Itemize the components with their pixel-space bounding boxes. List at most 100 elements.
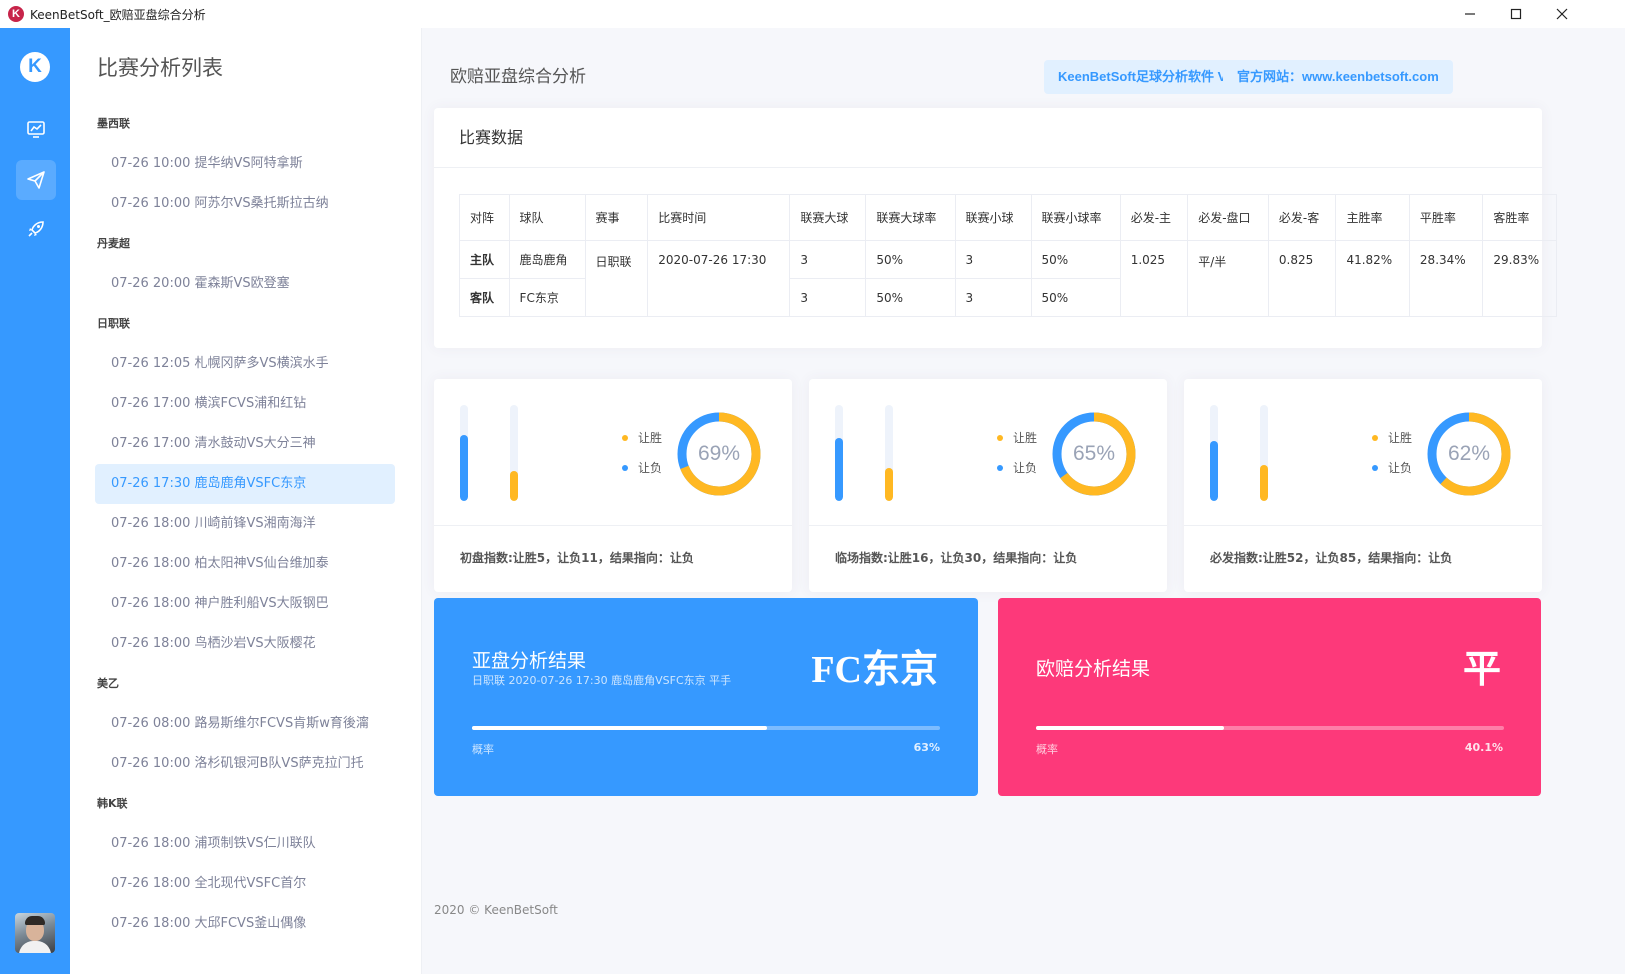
column-header: 对阵 [459,194,510,241]
home-side-label: 主队 [459,240,510,279]
chart-nav-button[interactable] [16,109,56,149]
legend-win: 让胜 [997,429,1037,446]
minimize-icon [1465,13,1475,15]
column-header: 联赛大球 [789,194,867,241]
close-icon [1556,8,1568,20]
legend-lose-label: 让负 [1013,461,1038,475]
lose-bar [835,405,843,501]
send-nav-button[interactable] [16,160,56,200]
legend-win: 让胜 [1372,429,1412,446]
asian-result-card: 亚盘分析结果 日职联 2020-07-26 17:30 鹿岛鹿角VSFC东京 平… [434,598,978,796]
match-item[interactable]: 07-26 18:00 川崎前锋VS湘南海洋 [95,504,395,544]
asian-result-title: 亚盘分析结果 [472,650,587,672]
close-button[interactable] [1539,0,1585,28]
match-data-card: 比赛数据 对阵 球队 赛事 比赛时间 联赛大球 联赛大球率 联赛小球 联赛小球率… [434,108,1557,348]
match-item[interactable]: 07-26 18:00 大邱FCVS釜山偶像 [95,904,395,944]
rocket-nav-button[interactable] [16,209,56,249]
euro-result-card: 欧赔分析结果 平 概率 40.1% [998,598,1541,796]
app-logo-icon: K [8,6,24,22]
match-item[interactable]: 07-26 18:00 鸟栖沙岩VS大阪樱花 [95,624,395,664]
donut-percent: 65% [1072,442,1116,465]
column-header: 必发-客 [1267,194,1337,241]
match-item[interactable]: 07-26 18:00 柏太阳神VS仙台维加泰 [95,544,395,584]
column-header: 必发-盘口 [1187,194,1269,241]
legend-lose: 让负 [622,459,662,476]
euro-probability-bar [1036,726,1504,730]
legend-lose: 让负 [997,459,1037,476]
home-team-name: 鹿岛鹿角 [508,240,586,279]
legend-win-label: 让胜 [1013,431,1038,445]
column-header: 客胜率 [1482,194,1557,241]
column-header: 平胜率 [1408,194,1484,241]
column-header: 必发-主 [1119,194,1189,241]
league-header: 日职联 [97,317,130,330]
win-bar [1260,405,1268,501]
league-header: 墨西联 [97,117,130,130]
user-avatar[interactable] [15,913,55,953]
column-header: 联赛大球率 [865,194,956,241]
brand-logo-icon[interactable]: K [20,52,50,82]
match-item[interactable]: 07-26 12:05 札幌冈萨多VS横滨水手 [95,344,395,384]
match-item[interactable]: 07-26 08:00 路易斯维尔FCVS肯斯w育後澝 [95,704,395,744]
stat-card: 让胜 让负 69% 初盘指数:让胜5，让负11，结果指向：让负 [434,379,792,592]
home-win-rate: 41.82% [1335,240,1410,317]
win-bar [510,405,518,501]
match-item[interactable]: 07-26 20:00 霍森斯VS欧登塞 [95,264,395,304]
match-time: 2020-07-26 17:30 [647,240,791,317]
euro-result-pick: 平 [1462,649,1501,691]
match-list: 墨西联 07-26 10:00 提华纳VS阿特拿斯 07-26 10:00 阿苏… [95,104,395,944]
match-item[interactable]: 07-26 10:00 阿苏尔VS桑托斯拉古纳 [95,184,395,224]
lose-bar [460,405,468,501]
home-small: 3 [954,240,1032,279]
window-title: KeenBetSoft_欧赔亚盘综合分析 [30,7,206,22]
legend-win-label: 让胜 [638,431,663,445]
home-big-rate: 50% [865,240,956,279]
away-win-rate: 29.83% [1482,240,1557,317]
maximize-button[interactable] [1493,0,1539,28]
column-header: 球队 [508,194,586,241]
euro-probability-label: 概率 [1036,743,1058,756]
betfair-home: 1.025 [1119,240,1189,317]
match-data-table: 对阵 球队 赛事 比赛时间 联赛大球 联赛大球率 联赛小球 联赛小球率 必发-主… [459,194,1557,317]
website-button[interactable]: 官方网站：www.keenbetsoft.com [1223,60,1453,94]
match-item[interactable]: 07-26 10:00 洛杉矶银河B队VS萨克拉门托 [95,744,395,784]
footer-copyright: 2020 © KeenBetSoft [434,903,558,917]
league-header: 丹麦超 [97,237,130,250]
match-item[interactable]: 07-26 17:00 横滨FCVS浦和红钻 [95,384,395,424]
league-name: 日职联 [584,240,649,317]
legend-lose: 让负 [1372,459,1412,476]
euro-probability-value: 40.1% [1464,741,1503,754]
win-bar [885,405,893,501]
asian-probability-value: 63% [913,741,940,754]
legend-lose-label: 让负 [638,461,663,475]
betfair-away: 0.825 [1267,240,1337,317]
asian-probability-label: 概率 [472,743,494,756]
stat-summary: 临场指数:让胜16，让负30，结果指向：让负 [835,551,1078,565]
away-small: 3 [954,278,1032,317]
column-header: 比赛时间 [647,194,791,241]
icon-rail: K [0,28,70,974]
match-item[interactable]: 07-26 18:00 神户胜利船VS大阪钢巴 [95,584,395,624]
minimize-button[interactable] [1447,0,1493,28]
column-header: 联赛小球率 [1030,194,1121,241]
stat-card: 让胜 让负 62% 必发指数:让胜52，让负85，结果指向：让负 [1184,379,1542,592]
match-item[interactable]: 07-26 17:00 清水鼓动VS大分三神 [95,424,395,464]
draw-rate: 28.34% [1408,240,1484,317]
match-item[interactable]: 07-26 18:00 浦项制铁VS仁川联队 [95,824,395,864]
away-big-rate: 50% [865,278,956,317]
legend-lose-label: 让负 [1388,461,1413,475]
asian-result-subtitle: 日职联 2020-07-26 17:30 鹿岛鹿角VSFC东京 平手 [472,674,732,687]
match-item-selected[interactable]: 07-26 17:30 鹿岛鹿角VSFC东京 [95,464,395,504]
stat-summary: 必发指数:让胜52，让负85，结果指向：让负 [1210,551,1453,565]
rocket-icon [28,221,44,237]
legend-win: 让胜 [622,429,662,446]
asian-result-pick: FC东京 [811,649,938,691]
match-list-panel: 比赛分析列表 墨西联 07-26 10:00 提华纳VS阿特拿斯 07-26 1… [70,28,422,974]
match-item[interactable]: 07-26 18:00 全北现代VSFC首尔 [95,864,395,904]
stat-summary: 初盘指数:让胜5，让负11，结果指向：让负 [460,551,694,565]
away-side-label: 客队 [459,278,510,317]
stat-card: 让胜 让负 65% 临场指数:让胜16，让负30，结果指向：让负 [809,379,1167,592]
match-item[interactable]: 07-26 10:00 提华纳VS阿特拿斯 [95,144,395,184]
home-big: 3 [789,240,867,279]
home-team-row: 主队 鹿岛鹿角 日职联 2020-07-26 17:30 3 50% 3 50%… [459,240,1557,317]
